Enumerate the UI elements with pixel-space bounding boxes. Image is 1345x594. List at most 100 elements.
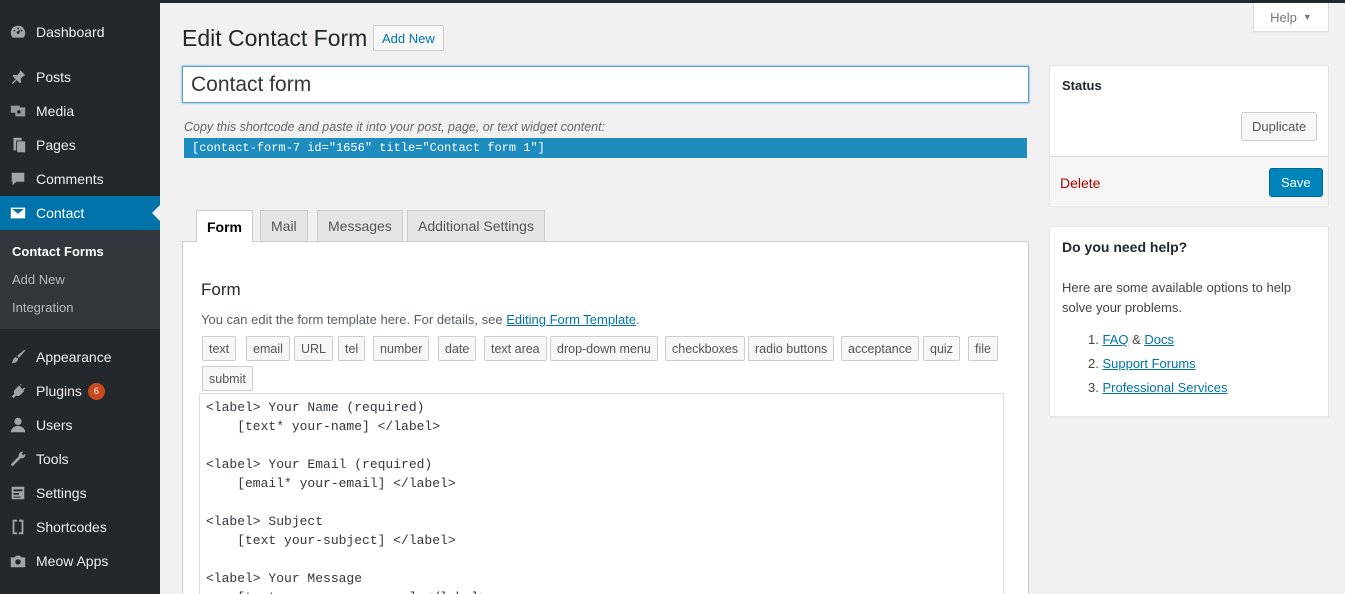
tag-button-date[interactable]: date: [438, 336, 477, 361]
tag-button-acceptance[interactable]: acceptance: [841, 336, 919, 361]
help-text: Here are some available options to help …: [1062, 280, 1292, 315]
faq-link[interactable]: FAQ: [1102, 332, 1128, 347]
tag-button-file[interactable]: file: [968, 336, 998, 361]
settings-icon: [0, 484, 36, 502]
sidebar-item-label: Contact: [36, 205, 85, 221]
tag-button-radio[interactable]: radio buttons: [748, 336, 835, 361]
sidebar-item-label: Shortcodes: [36, 519, 107, 535]
media-icon: [0, 102, 36, 120]
sidebar-item-meow-apps[interactable]: Meow Apps: [0, 544, 160, 578]
docs-link[interactable]: Docs: [1144, 332, 1174, 347]
sidebar-item-label: Comments: [36, 171, 104, 187]
panel-heading: Form: [201, 280, 241, 299]
sidebar-item-label: Meow Apps: [36, 553, 109, 569]
shortcode-note: Copy this shortcode and paste it into yo…: [184, 120, 606, 134]
sidebar-item-label: Settings: [36, 485, 87, 501]
sidebar-item-appearance[interactable]: Appearance: [0, 340, 160, 374]
help-list: 1. FAQ & Docs 2. Support Forums 3. Profe…: [1088, 328, 1227, 400]
tab-mail[interactable]: Mail: [260, 210, 308, 242]
panel-desc-text: You can edit the form template here. For…: [201, 312, 507, 327]
tab-messages[interactable]: Messages: [317, 210, 403, 242]
dashboard-icon: [0, 23, 36, 41]
panel-description: You can edit the form template here. For…: [201, 312, 640, 327]
sidebar-item-label: Media: [36, 103, 75, 119]
wrench-icon: [0, 450, 36, 468]
sidebar-item-tools[interactable]: Tools: [0, 442, 160, 476]
sidebar-item-label: Posts: [36, 69, 72, 85]
sidebar-item-label: Tools: [36, 451, 69, 467]
tab-form[interactable]: Form: [196, 210, 253, 243]
help-tab-label: Help: [1270, 9, 1297, 25]
list-item: 1. FAQ & Docs: [1088, 328, 1227, 352]
list-item: 2. Support Forums: [1088, 352, 1227, 376]
sidebar-item-shortcodes[interactable]: Shortcodes: [0, 510, 160, 544]
save-button[interactable]: Save: [1269, 168, 1323, 197]
sidebar-item-contact[interactable]: Contact: [0, 196, 160, 230]
sidebar-item-label: Pages: [36, 137, 76, 153]
sidebar-item-plugins[interactable]: Plugins 6: [0, 374, 160, 408]
brackets-icon: [0, 518, 36, 536]
status-title: Status: [1062, 78, 1102, 93]
page-title: Edit Contact Form: [182, 25, 368, 51]
submenu-integration[interactable]: Integration: [12, 300, 73, 315]
help-tab-button[interactable]: Help ▼: [1253, 3, 1329, 32]
contact-submenu: Contact Forms Add New Integration: [0, 230, 160, 329]
envelope-icon: [0, 204, 36, 222]
plugin-icon: [0, 382, 36, 400]
status-box: Status Duplicate Delete Save: [1049, 65, 1329, 206]
pin-icon: [0, 68, 36, 86]
tag-button-submit[interactable]: submit: [202, 366, 253, 391]
list-separator: &: [1128, 332, 1145, 347]
panel-desc-suffix: .: [636, 312, 640, 327]
sidebar-item-settings[interactable]: Settings: [0, 476, 160, 510]
sidebar-item-dashboard[interactable]: Dashboard: [0, 15, 160, 49]
comment-icon: [0, 170, 36, 188]
camera-icon: [0, 552, 36, 570]
editing-form-template-link[interactable]: Editing Form Template: [506, 312, 636, 327]
list-item: 3. Professional Services: [1088, 376, 1227, 400]
shortcode-text[interactable]: [contact-form-7 id="1656" title="Contact…: [184, 138, 1027, 158]
tab-additional-settings[interactable]: Additional Settings: [407, 210, 545, 242]
form-panel: Form You can edit the form template here…: [182, 241, 1029, 594]
sidebar-item-label: Plugins: [36, 383, 82, 399]
caret-down-icon: ▼: [1302, 12, 1312, 22]
sidebar-item-users[interactable]: Users: [0, 408, 160, 442]
tag-button-number[interactable]: number: [373, 336, 430, 361]
submenu-contact-forms[interactable]: Contact Forms: [12, 244, 104, 259]
list-number: 1.: [1088, 332, 1099, 347]
status-actions: Delete Save: [1050, 156, 1328, 206]
list-number: 2.: [1088, 356, 1099, 371]
sidebar-item-pages[interactable]: Pages: [0, 128, 160, 162]
duplicate-button[interactable]: Duplicate: [1241, 112, 1318, 141]
admin-sidebar: Dashboard Posts Media Pages Comments Con…: [0, 0, 160, 594]
tag-button-checkboxes[interactable]: checkboxes: [665, 336, 746, 361]
brush-icon: [0, 348, 36, 366]
sidebar-item-comments[interactable]: Comments: [0, 162, 160, 196]
submenu-add-new[interactable]: Add New: [12, 272, 65, 287]
tag-button-quiz[interactable]: quiz: [923, 336, 960, 361]
delete-link[interactable]: Delete: [1060, 175, 1100, 191]
add-new-button[interactable]: Add New: [373, 25, 444, 51]
tag-button-url[interactable]: URL: [294, 336, 334, 361]
tag-button-tel[interactable]: tel: [338, 336, 366, 361]
sidebar-item-label: Appearance: [36, 349, 112, 365]
sidebar-item-label: Dashboard: [36, 24, 105, 40]
user-icon: [0, 416, 36, 434]
list-number: 3.: [1088, 380, 1099, 395]
form-title-input[interactable]: [182, 66, 1029, 103]
sidebar-item-label: Users: [36, 417, 73, 433]
form-template-editor[interactable]: <label> Your Name (required) [text* your…: [199, 393, 1004, 594]
help-box: Do you need help? Here are some availabl…: [1049, 226, 1329, 417]
professional-services-link[interactable]: Professional Services: [1102, 380, 1227, 395]
tag-button-textarea[interactable]: text area: [484, 336, 547, 361]
tag-button-text[interactable]: text: [202, 336, 237, 361]
sidebar-item-media[interactable]: Media: [0, 94, 160, 128]
sidebar-item-posts[interactable]: Posts: [0, 60, 160, 94]
help-title: Do you need help?: [1062, 239, 1188, 255]
support-forums-link[interactable]: Support Forums: [1102, 356, 1195, 371]
pages-icon: [0, 136, 36, 154]
admin-bar-edge: [160, 0, 1345, 3]
tag-button-email[interactable]: email: [246, 336, 290, 361]
tag-button-dropdown[interactable]: drop-down menu: [550, 336, 658, 361]
plugin-update-badge: 6: [87, 382, 105, 400]
